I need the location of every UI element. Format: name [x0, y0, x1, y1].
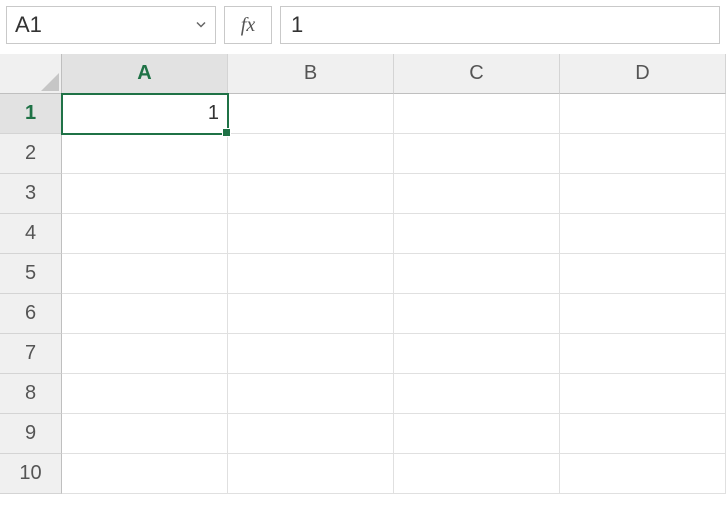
cell-D3[interactable]	[560, 174, 726, 214]
row-header-1[interactable]: 1	[0, 94, 62, 134]
row-header-4[interactable]: 4	[0, 214, 62, 254]
row-header-9[interactable]: 9	[0, 414, 62, 454]
row-header-6[interactable]: 6	[0, 294, 62, 334]
column-header-B[interactable]: B	[228, 54, 394, 94]
column-header-C[interactable]: C	[394, 54, 560, 94]
row-label: 3	[25, 182, 36, 205]
row-header-3[interactable]: 3	[0, 174, 62, 214]
row-header-10[interactable]: 10	[0, 454, 62, 494]
cell-D7[interactable]	[560, 334, 726, 374]
cell-C3[interactable]	[394, 174, 560, 214]
cell-B3[interactable]	[228, 174, 394, 214]
cell-A1[interactable]: 1	[62, 94, 228, 134]
cell-D6[interactable]	[560, 294, 726, 334]
row-label: 10	[19, 462, 41, 485]
column-header-D[interactable]: D	[560, 54, 726, 94]
row-header-8[interactable]: 8	[0, 374, 62, 414]
cell-C1[interactable]	[394, 94, 560, 134]
formula-input[interactable]	[281, 7, 719, 43]
cell-A3[interactable]	[62, 174, 228, 214]
column-label: C	[469, 62, 483, 85]
cell-B10[interactable]	[228, 454, 394, 494]
cell-D8[interactable]	[560, 374, 726, 414]
cell-D9[interactable]	[560, 414, 726, 454]
row-header-2[interactable]: 2	[0, 134, 62, 174]
row-label: 7	[25, 342, 36, 365]
cell-A5[interactable]	[62, 254, 228, 294]
row-label: 9	[25, 422, 36, 445]
cell-A7[interactable]	[62, 334, 228, 374]
column-label: D	[635, 62, 649, 85]
row-label: 1	[25, 102, 36, 125]
cell-A10[interactable]	[62, 454, 228, 494]
row-label: 2	[25, 142, 36, 165]
cell-B5[interactable]	[228, 254, 394, 294]
name-box-input[interactable]	[7, 7, 215, 43]
column-label: A	[137, 62, 151, 85]
cell-B9[interactable]	[228, 414, 394, 454]
cell-B4[interactable]	[228, 214, 394, 254]
cell-A9[interactable]	[62, 414, 228, 454]
name-box[interactable]	[6, 6, 216, 44]
formula-input-container[interactable]	[280, 6, 720, 44]
row-label: 8	[25, 382, 36, 405]
cell-B1[interactable]	[228, 94, 394, 134]
cell-C4[interactable]	[394, 214, 560, 254]
column-label: B	[304, 62, 317, 85]
cell-C5[interactable]	[394, 254, 560, 294]
cell-B8[interactable]	[228, 374, 394, 414]
cell-D10[interactable]	[560, 454, 726, 494]
cell-A4[interactable]	[62, 214, 228, 254]
cell-C2[interactable]	[394, 134, 560, 174]
cell-C6[interactable]	[394, 294, 560, 334]
cell-C9[interactable]	[394, 414, 560, 454]
chevron-down-icon[interactable]	[195, 15, 207, 36]
cell-B2[interactable]	[228, 134, 394, 174]
cell-D2[interactable]	[560, 134, 726, 174]
cell-C7[interactable]	[394, 334, 560, 374]
cell-D5[interactable]	[560, 254, 726, 294]
row-label: 6	[25, 302, 36, 325]
cell-A2[interactable]	[62, 134, 228, 174]
cell-C8[interactable]	[394, 374, 560, 414]
row-label: 5	[25, 262, 36, 285]
cell-B7[interactable]	[228, 334, 394, 374]
insert-function-button[interactable]: fx	[224, 6, 272, 44]
cell-value: 1	[208, 102, 219, 125]
cell-A8[interactable]	[62, 374, 228, 414]
column-header-A[interactable]: A	[62, 54, 228, 94]
cell-D1[interactable]	[560, 94, 726, 134]
cell-C10[interactable]	[394, 454, 560, 494]
spreadsheet-grid: A B C D 1 1 2 3 4 5 6 7 8 9 10	[0, 54, 726, 494]
row-header-7[interactable]: 7	[0, 334, 62, 374]
formula-bar: fx	[0, 0, 726, 54]
cell-A6[interactable]	[62, 294, 228, 334]
cell-D4[interactable]	[560, 214, 726, 254]
fx-icon: fx	[241, 14, 255, 37]
row-label: 4	[25, 222, 36, 245]
cell-B6[interactable]	[228, 294, 394, 334]
row-header-5[interactable]: 5	[0, 254, 62, 294]
select-all-corner[interactable]	[0, 54, 62, 94]
